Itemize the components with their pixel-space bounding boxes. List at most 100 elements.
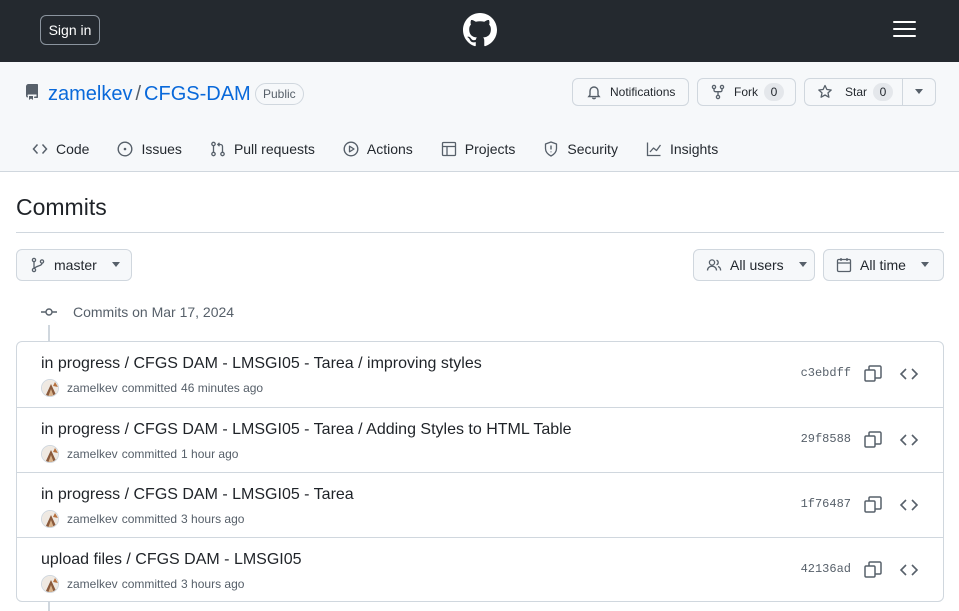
commit-message-link[interactable]: in progress / CFGS DAM - LMSGI05 - Tarea… — [41, 354, 482, 374]
commit-time: 46 minutes ago — [181, 381, 264, 395]
avatar[interactable] — [41, 379, 59, 397]
tab-insights-label: Insights — [669, 141, 719, 157]
tab-issues[interactable]: Issues — [101, 134, 193, 164]
copy-icon[interactable] — [863, 495, 883, 515]
fork-button[interactable]: Fork 0 — [697, 78, 796, 106]
hamburger-icon-bar — [893, 28, 916, 30]
repo-icon — [25, 84, 38, 100]
commit-sha-link[interactable]: 29f8588 — [801, 432, 851, 446]
avatar[interactable] — [41, 575, 59, 593]
commit-action: committed — [121, 512, 178, 526]
repo-nav-tabs: Code Issues Pull requests Actions Projec… — [16, 134, 730, 164]
star-button-group: Star 0 — [804, 78, 936, 106]
tab-actions-label: Actions — [366, 141, 413, 157]
avatar-image — [42, 576, 58, 592]
commit-row: in progress / CFGS DAM - LMSGI05 - Tarea… — [17, 407, 943, 472]
avatar[interactable] — [41, 510, 59, 528]
star-icon — [818, 84, 832, 98]
commit-message-link[interactable]: upload files / CFGS DAM - LMSGI05 — [41, 550, 302, 570]
code-icon[interactable] — [899, 495, 919, 515]
avatar-image — [42, 380, 58, 396]
commit-action: committed — [121, 381, 178, 395]
commit-action: committed — [121, 447, 178, 461]
commit-time: 3 hours ago — [181, 512, 245, 526]
github-mark-icon[interactable] — [463, 13, 497, 47]
star-label: Star — [845, 85, 868, 99]
avatar-image — [42, 446, 58, 462]
fork-count: 0 — [764, 83, 784, 101]
repo-name-link[interactable]: CFGS-DAM — [144, 83, 251, 105]
hamburger-icon-bar — [893, 35, 916, 37]
tab-insights[interactable]: Insights — [630, 134, 730, 164]
tab-security[interactable]: Security — [527, 134, 630, 164]
repo-owner-link[interactable]: zamelkev — [48, 83, 132, 105]
git-branch-icon — [31, 257, 45, 273]
commit-sha-link[interactable]: c3ebdff — [801, 366, 851, 380]
repository-header: zamelkev / CFGS-DAM Public Notifications F… — [0, 62, 959, 172]
commit-row: in progress / CFGS DAM - LMSGI05 - Tarea… — [17, 342, 943, 407]
commit-list: in progress / CFGS DAM - LMSGI05 - Tarea… — [16, 341, 944, 602]
hamburger-icon — [893, 21, 916, 23]
sign-in-button[interactable]: Sign in — [40, 15, 100, 45]
graph-icon — [646, 142, 661, 157]
play-icon — [343, 141, 359, 157]
copy-icon[interactable] — [863, 364, 883, 384]
time-filter-label: All time — [860, 257, 906, 273]
commit-author-link[interactable]: zamelkev — [67, 447, 118, 461]
commit-action: committed — [121, 577, 178, 591]
issue-opened-icon — [117, 141, 133, 157]
avatar[interactable] — [41, 445, 59, 463]
triangle-down-icon — [798, 262, 807, 267]
repo-title-separator: / — [135, 83, 142, 105]
triangle-down-icon — [111, 262, 120, 267]
tab-code[interactable]: Code — [16, 134, 101, 164]
tab-code-label: Code — [56, 141, 90, 157]
commit-meta: zamelkev committed 1 hour ago — [41, 445, 239, 463]
star-count: 0 — [873, 83, 894, 101]
commit-sha-link[interactable]: 42136ad — [801, 562, 851, 576]
commit-time: 3 hours ago — [181, 577, 245, 591]
notifications-label: Notifications — [610, 85, 676, 99]
repo-forked-icon — [711, 84, 725, 100]
page-title: Commits — [16, 194, 107, 220]
table-icon — [441, 141, 456, 157]
branch-name: master — [54, 257, 97, 273]
star-button[interactable]: Star 0 — [805, 79, 903, 105]
code-icon[interactable] — [899, 560, 919, 580]
copy-icon[interactable] — [863, 560, 883, 580]
git-pull-request-icon — [211, 141, 225, 157]
title-divider — [16, 232, 944, 233]
time-filter-dropdown[interactable]: All time — [823, 249, 944, 281]
commit-time: 1 hour ago — [181, 447, 239, 461]
tab-issues-label: Issues — [141, 141, 182, 157]
triangle-down-icon — [915, 89, 923, 94]
commit-meta: zamelkev committed 46 minutes ago — [41, 379, 264, 397]
repo-title: zamelkev / CFGS-DAM — [48, 81, 251, 107]
shield-icon — [545, 141, 558, 157]
branch-selector[interactable]: master — [16, 249, 132, 281]
tab-pull-requests[interactable]: Pull requests — [194, 134, 327, 164]
commit-author-link[interactable]: zamelkev — [67, 577, 118, 591]
commit-author-link[interactable]: zamelkev — [67, 381, 118, 395]
hamburger-menu-button[interactable] — [892, 19, 918, 39]
code-icon[interactable] — [899, 430, 919, 450]
notifications-button[interactable]: Notifications — [572, 78, 689, 106]
commit-row: in progress / CFGS DAM - LMSGI05 - Tarea… — [17, 472, 943, 537]
commit-row: upload files / CFGS DAM - LMSGI05 zamelk… — [17, 537, 943, 601]
commits-date-heading: Commits on Mar 17, 2024 — [73, 304, 235, 320]
commit-message-link[interactable]: in progress / CFGS DAM - LMSGI05 - Tarea… — [41, 420, 572, 440]
tab-actions[interactable]: Actions — [327, 134, 425, 164]
commit-sha-link[interactable]: 1f76487 — [801, 497, 851, 511]
commit-message-link[interactable]: in progress / CFGS DAM - LMSGI05 - Tarea — [41, 485, 354, 505]
copy-icon[interactable] — [863, 430, 883, 450]
people-icon — [706, 259, 722, 271]
fork-label: Fork — [734, 85, 758, 99]
users-filter-dropdown[interactable]: All users — [693, 249, 815, 281]
git-commit-icon — [41, 308, 57, 316]
commit-author-link[interactable]: zamelkev — [67, 512, 118, 526]
tab-pull-requests-label: Pull requests — [233, 141, 315, 157]
star-list-dropdown[interactable] — [903, 79, 935, 105]
tab-projects[interactable]: Projects — [425, 134, 528, 164]
users-filter-label: All users — [730, 257, 784, 273]
code-icon[interactable] — [899, 364, 919, 384]
